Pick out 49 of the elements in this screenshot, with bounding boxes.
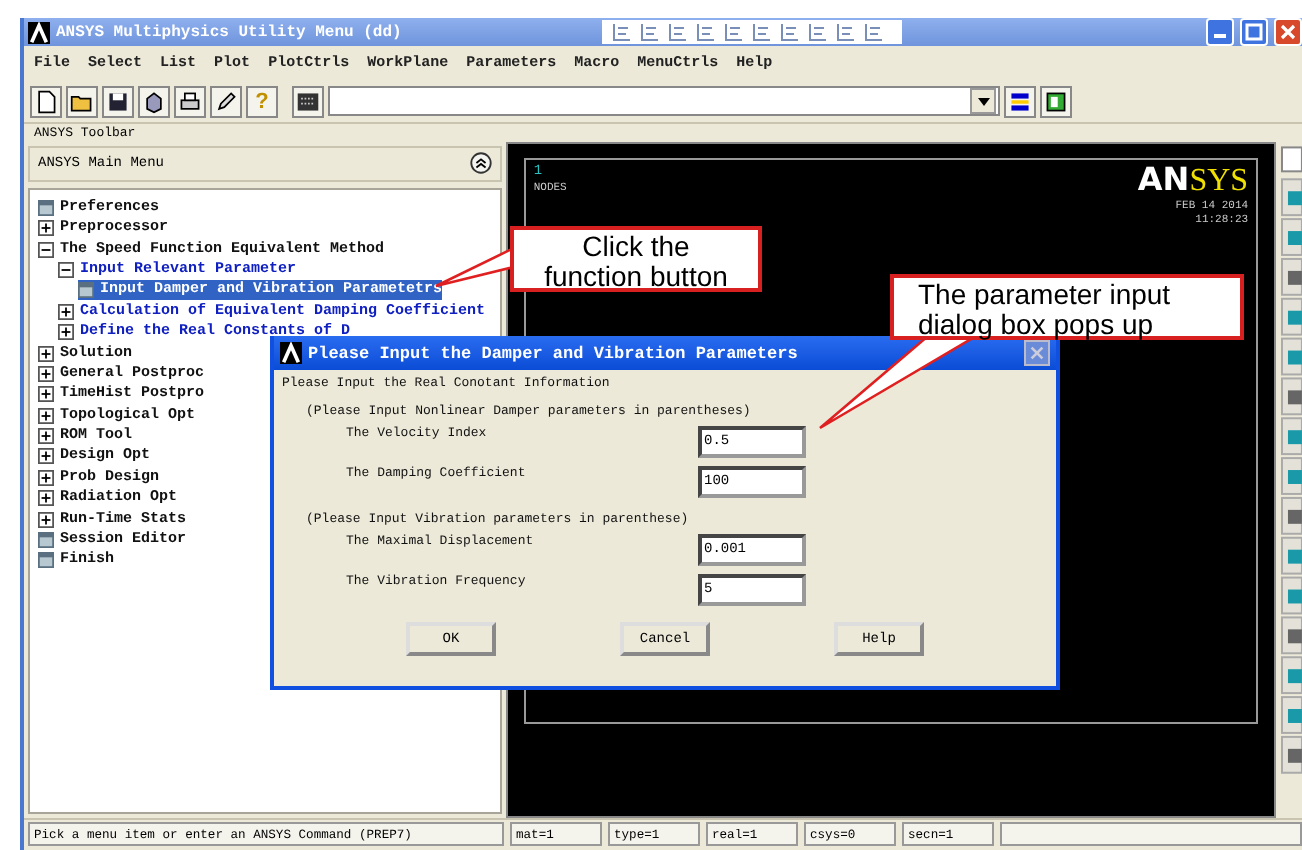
print-button[interactable]: [174, 85, 206, 118]
logo-icon: [280, 342, 302, 364]
minimize-button[interactable]: [1206, 18, 1234, 46]
toolbar-icons-drawing[interactable]: [602, 20, 902, 44]
dialog-title: Please Input the Damper and Vibration Parameters: [308, 343, 798, 363]
logo-icon: [28, 21, 50, 43]
input-button[interactable]: [292, 85, 324, 118]
layers-icon: [1008, 89, 1032, 114]
print-icon: [178, 89, 202, 114]
close-icon: [1028, 344, 1046, 362]
expand-box-icon[interactable]: [38, 407, 54, 424]
raise-button[interactable]: [1004, 85, 1036, 118]
expand-box-icon[interactable]: [38, 428, 54, 445]
save-icon: [106, 89, 130, 114]
collapse-icon[interactable]: [469, 152, 492, 175]
expand-box-icon[interactable]: [38, 365, 54, 382]
collapse-box-icon[interactable]: [58, 261, 74, 278]
open-button[interactable]: [66, 85, 98, 118]
window-button[interactable]: [1040, 85, 1072, 118]
window-icon: [1044, 89, 1068, 114]
expand-box-icon[interactable]: [38, 490, 54, 507]
expand-box-icon[interactable]: [38, 220, 54, 237]
expand-box-icon[interactable]: [38, 469, 54, 486]
expand-box-icon[interactable]: [38, 386, 54, 403]
callout-text: The parameter input dialog box pops up: [890, 274, 1244, 340]
model-button[interactable]: [138, 85, 170, 118]
keyboard-icon: [296, 89, 320, 114]
ansys-logo: ANSYS: [1137, 163, 1249, 198]
new-file-icon: [34, 89, 58, 114]
expand-box-icon[interactable]: [38, 511, 54, 528]
caret-icon: [975, 93, 991, 110]
cube-icon: [142, 89, 166, 114]
command-field[interactable]: [328, 86, 1000, 117]
close-icon: [1278, 22, 1298, 42]
pencil-icon: [214, 89, 238, 114]
expand-box-icon[interactable]: [58, 303, 74, 320]
window-title: ANSYS Multiphysics Utility Menu (dd): [56, 23, 404, 41]
edit-button[interactable]: [210, 85, 242, 118]
dropdown-button[interactable]: [970, 88, 996, 115]
new-button[interactable]: [30, 85, 62, 118]
menu-item-icon: [38, 199, 54, 216]
expand-box-icon[interactable]: [58, 324, 74, 341]
menu-item-icon: [78, 282, 94, 299]
expand-box-icon[interactable]: [38, 345, 54, 361]
expand-box-icon[interactable]: [38, 448, 54, 465]
save-button[interactable]: [102, 85, 134, 118]
maximize-button[interactable]: [1240, 18, 1268, 46]
collapse-box-icon[interactable]: [38, 241, 54, 258]
maximize-icon: [1244, 22, 1264, 42]
